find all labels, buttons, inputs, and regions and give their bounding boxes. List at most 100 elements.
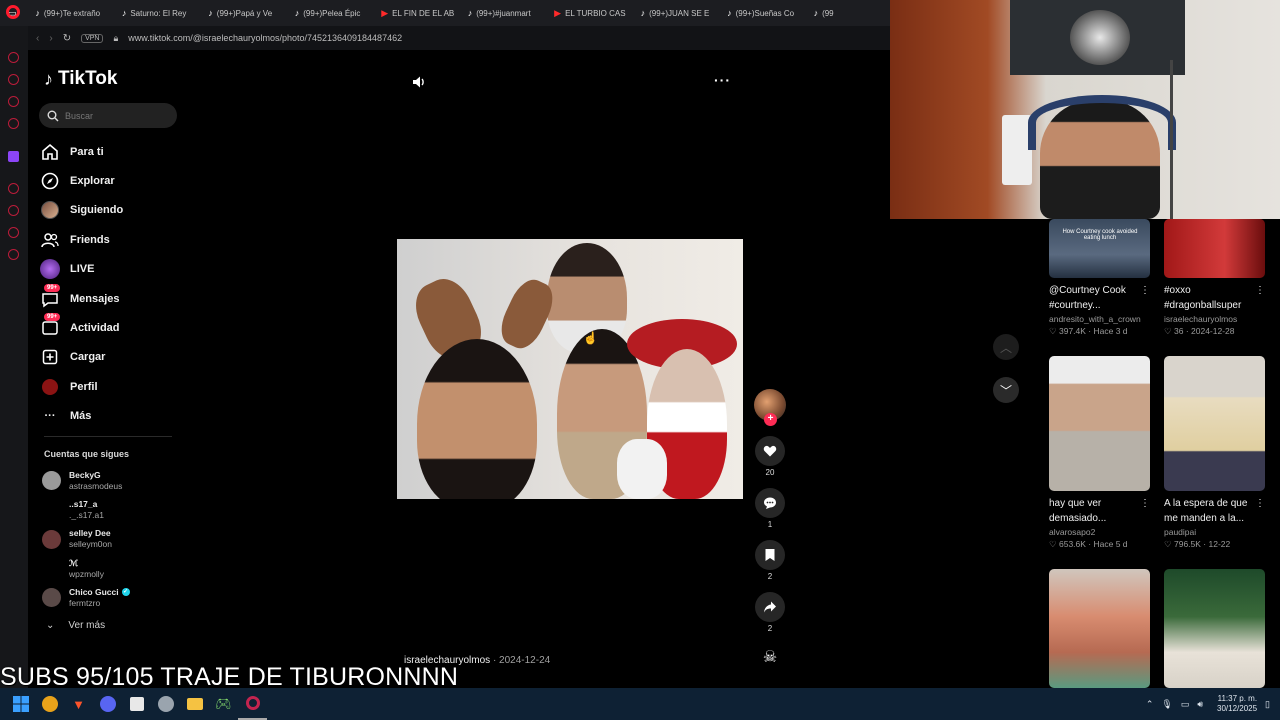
store-icon[interactable] <box>122 688 151 720</box>
see-more-label: Ver más <box>68 620 106 631</box>
nav-item-explorar[interactable]: Explorar <box>40 166 123 195</box>
card-more-icon[interactable]: ⋮ <box>1255 496 1265 526</box>
notifications-icon[interactable]: ▯ <box>1265 699 1270 710</box>
sidebar-clock-icon[interactable] <box>8 52 19 63</box>
vpn-badge[interactable]: VPN <box>81 33 104 43</box>
gamepad-icon[interactable]: 🎮︎ <box>209 688 238 720</box>
like-button[interactable] <box>755 436 785 466</box>
back-icon[interactable]: ‹ <box>36 33 39 44</box>
sidebar-settings-icon[interactable] <box>8 249 19 260</box>
recommended-card[interactable]: A la espera de que me manden a la... ⋮ pa… <box>1164 356 1265 550</box>
card-thumbnail <box>1164 356 1265 491</box>
sidebar-mail-icon[interactable] <box>8 118 19 129</box>
sidebar-pin-icon[interactable] <box>8 227 19 238</box>
previous-arrow-icon[interactable]: ︿ <box>993 334 1019 360</box>
save-button[interactable] <box>755 540 785 570</box>
browser-tab[interactable]: ▶ EL TURBIO CAS <box>544 0 630 26</box>
next-arrow-icon[interactable]: ﹀ <box>993 377 1019 403</box>
card-more-icon[interactable]: ⋮ <box>1255 283 1265 313</box>
recommended-card[interactable]: hay que ver demasiado... ⋮ alvarosapo2 ♡ … <box>1049 356 1150 550</box>
like-count: 20 <box>765 468 775 477</box>
sound-disc-icon[interactable]: ☠ <box>756 647 784 671</box>
see-more-button[interactable]: ⌄ Ver más <box>46 620 105 631</box>
brave-icon[interactable]: ▼ <box>64 688 93 720</box>
card-thumbnail: How Courtney cook avoided eating lunch <box>1049 219 1150 278</box>
webcam-overlay <box>890 0 1280 219</box>
following-item[interactable]: BeckyG astrasmodeus <box>42 466 130 495</box>
following-avatar-icon <box>40 200 60 220</box>
url-field[interactable]: www.tiktok.com/@israelechauryolmos/photo… <box>128 33 402 43</box>
steam-icon[interactable] <box>151 688 180 720</box>
card-more-icon[interactable]: ⋮ <box>1140 496 1150 526</box>
opera-logo-icon[interactable] <box>6 5 20 19</box>
reload-icon[interactable]: ↻ <box>63 33 71 44</box>
browser-tab[interactable]: ♪ (99+)JUAN SE E <box>631 0 717 26</box>
recommended-card[interactable] <box>1164 569 1265 688</box>
sidebar-player-icon[interactable] <box>8 183 19 194</box>
search-input[interactable]: Buscar <box>39 103 177 128</box>
tab-label: (99+)Sueñas Co <box>735 8 795 18</box>
file-explorer-icon[interactable] <box>180 688 209 720</box>
clock[interactable]: 11:37 p. m. 30/12/2025 <box>1217 694 1257 714</box>
nav-item-perfil[interactable]: Perfil <box>40 372 123 401</box>
browser-sidebar <box>0 26 28 688</box>
coin-app-icon[interactable] <box>35 688 64 720</box>
recommended-card[interactable]: #oxxo #dragonballsuper ⋮ israelechauryolm… <box>1164 219 1265 337</box>
card-title: A la espera de que me manden a la... <box>1164 498 1248 524</box>
nav-item-siguiendo[interactable]: Siguiendo <box>40 196 123 225</box>
discord-icon[interactable] <box>93 688 122 720</box>
card-more-icon[interactable]: ⋮ <box>1140 283 1150 313</box>
recommended-card[interactable] <box>1049 569 1150 688</box>
browser-tab[interactable]: ▶ EL FIN DE EL AB <box>371 0 457 26</box>
clock-date: 30/12/2025 <box>1217 704 1258 713</box>
share-button[interactable] <box>755 592 785 622</box>
nav-label: Perfil <box>70 380 98 393</box>
tab-label: (99+)Papá y Ve <box>216 8 273 18</box>
sidebar-history-icon[interactable] <box>8 205 19 216</box>
browser-tab-bar: ▭ ♪ (99+)Te extraño ♪ Saturno: El Rey ♪ (99… <box>0 0 890 26</box>
card-thumbnail <box>1164 569 1265 688</box>
chevron-down-icon: ⌄ <box>46 620 55 631</box>
forward-icon[interactable]: › <box>49 33 52 44</box>
windows-start-icon[interactable] <box>6 688 35 720</box>
nav-label: Mensajes <box>70 292 120 305</box>
nav-item-friends[interactable]: Friends <box>40 225 123 254</box>
tiktok-logo[interactable]: ♪ TikTok <box>44 68 117 90</box>
volume-icon[interactable]: 🔊︎ <box>1197 699 1203 710</box>
nav-item-cargar[interactable]: Cargar <box>40 343 123 372</box>
nav-item-para-ti[interactable]: Para ti <box>40 137 123 166</box>
following-item[interactable]: ℳwpzmolly <box>42 554 130 583</box>
more-options-icon[interactable]: ··· <box>714 72 731 88</box>
microphone-icon[interactable]: 🎙︎ <box>1161 699 1172 710</box>
nav-item-live[interactable]: LIVE <box>40 255 123 284</box>
browser-tab[interactable]: ♪ (99+)Te extraño <box>25 0 111 26</box>
following-item[interactable]: Chico Gucci ✓ fermtzro <box>42 583 130 612</box>
nav-item-mas[interactable]: ··· Más <box>40 402 123 431</box>
opera-gx-icon[interactable] <box>238 688 267 720</box>
twitch-icon[interactable] <box>8 151 19 162</box>
nav-item-actividad[interactable]: 99+ Actividad <box>40 313 123 342</box>
tray-chevron-up-icon[interactable]: ⌃ <box>1146 699 1154 710</box>
follow-plus-icon[interactable]: + <box>764 413 777 426</box>
browser-tab[interactable]: ♪ (99+)Sueñas Co <box>717 0 803 26</box>
card-views: 796.5K <box>1173 539 1201 549</box>
browser-tab[interactable]: ♪ (99+)Pelea Épic <box>285 0 371 26</box>
sidebar-bag-icon[interactable] <box>8 74 19 85</box>
network-icon[interactable]: ▭ <box>1181 699 1190 710</box>
post-photo[interactable] <box>397 239 743 499</box>
following-item[interactable]: ..s17_a ._.s17.a1 <box>42 495 130 524</box>
comment-button[interactable] <box>755 488 785 518</box>
browser-tab[interactable]: ♪ (99 <box>804 0 890 26</box>
browser-tab[interactable]: ♪ Saturno: El Rey <box>112 0 198 26</box>
browser-tab[interactable]: ♪ (99+)Papá y Ve <box>198 0 284 26</box>
card-user: paudipai <box>1164 527 1197 537</box>
more-icon: ··· <box>44 410 56 423</box>
browser-tab[interactable]: ♪ (99+)#juanmart <box>458 0 544 26</box>
screen: ▭ ♪ (99+)Te extraño ♪ Saturno: El Rey ♪ (99… <box>0 0 1280 720</box>
following-item[interactable]: selley Dee selleym0on <box>42 525 130 554</box>
sound-icon[interactable] <box>411 74 427 93</box>
recommended-card[interactable]: How Courtney cook avoided eating lunch @… <box>1049 219 1150 337</box>
author-avatar[interactable]: + <box>754 389 786 426</box>
sidebar-messenger-icon[interactable] <box>8 96 19 107</box>
nav-item-mensajes[interactable]: 99+ Mensajes <box>40 283 123 313</box>
